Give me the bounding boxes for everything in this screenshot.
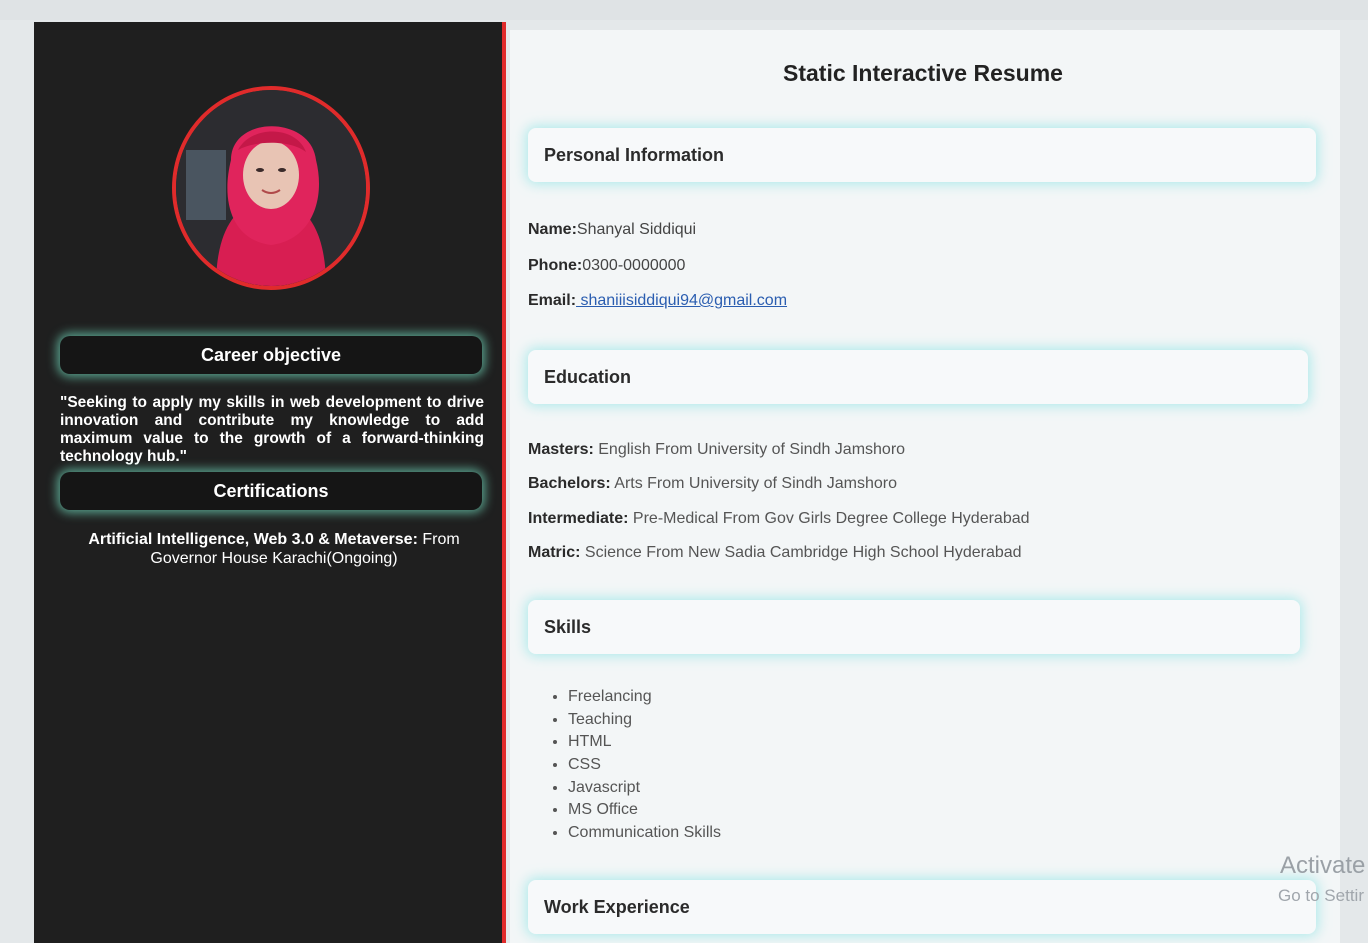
education-item: Masters: English From University of Sind… bbox=[528, 441, 905, 459]
skill-item: Freelancing bbox=[568, 686, 721, 709]
skills-header[interactable]: Skills bbox=[528, 600, 1300, 654]
personal-info-header[interactable]: Personal Information bbox=[528, 128, 1316, 182]
name-value: Shanyal Siddiqui bbox=[576, 221, 697, 238]
skill-item: MS Office bbox=[568, 799, 721, 822]
activation-watermark-title: Activate bbox=[1280, 852, 1366, 879]
skills-header-label: Skills bbox=[544, 616, 592, 637]
education-item-value: Science From New Sadia Cambridge High Sc… bbox=[580, 544, 1022, 561]
education-header-label: Education bbox=[544, 366, 632, 387]
education-item-label: Intermediate: bbox=[528, 510, 629, 527]
email-link[interactable]: shaniiisiddiqui94@gmail.com bbox=[576, 292, 787, 309]
education-item-label: Bachelors: bbox=[528, 475, 611, 492]
certifications-heading-label: Certifications bbox=[213, 480, 329, 501]
email-line: Email: shaniiisiddiqui94@gmail.com bbox=[528, 292, 787, 310]
phone-line: Phone:0300-0000000 bbox=[528, 257, 685, 275]
skill-item: Teaching bbox=[568, 709, 721, 732]
skill-item: Javascript bbox=[568, 777, 721, 800]
career-objective-heading: Career objective bbox=[60, 336, 482, 374]
education-item: Intermediate: Pre-Medical From Gov Girls… bbox=[528, 510, 1030, 528]
name-line: Name:Shanyal Siddiqui bbox=[528, 221, 696, 239]
skill-item: Communication Skills bbox=[568, 822, 721, 845]
certification-title: Artificial Intelligence, Web 3.0 & Metav… bbox=[88, 531, 418, 548]
name-label: Name: bbox=[528, 221, 577, 238]
career-objective-heading-label: Career objective bbox=[200, 344, 342, 365]
education-header[interactable]: Education bbox=[528, 350, 1308, 404]
phone-label: Phone: bbox=[528, 257, 583, 274]
skill-item: CSS bbox=[568, 754, 721, 777]
education-item: Bachelors: Arts From University of Sindh… bbox=[528, 475, 897, 493]
profile-photo-illustration bbox=[176, 90, 366, 286]
education-item: Matric: Science From New Sadia Cambridge… bbox=[528, 544, 1022, 562]
certifications-heading: Certifications bbox=[60, 472, 482, 510]
personal-info-header-label: Personal Information bbox=[544, 144, 725, 165]
browser-top-strip bbox=[0, 0, 1368, 20]
education-item-value: Pre-Medical From Gov Girls Degree Colleg… bbox=[628, 510, 1030, 527]
skill-item: HTML bbox=[568, 731, 721, 754]
skills-list: Freelancing Teaching HTML CSS Javascript… bbox=[550, 686, 721, 845]
career-objective-text: "Seeking to apply my skills in web devel… bbox=[60, 394, 484, 465]
resume-main: Static Interactive Resume Personal Infor… bbox=[510, 30, 1340, 943]
resume-sidebar: Career objective "Seeking to apply my sk… bbox=[34, 22, 506, 943]
certification-item: Artificial Intelligence, Web 3.0 & Metav… bbox=[74, 530, 474, 568]
education-item-label: Masters: bbox=[528, 441, 594, 458]
profile-photo bbox=[172, 86, 370, 290]
phone-value: 0300-0000000 bbox=[582, 257, 686, 274]
work-experience-header[interactable]: Work Experience bbox=[528, 880, 1316, 934]
activation-watermark-subtitle: Go to Settir bbox=[1278, 886, 1364, 905]
education-item-label: Matric: bbox=[528, 544, 581, 561]
page-title: Static Interactive Resume bbox=[783, 60, 1063, 86]
education-item-value: Arts From University of Sindh Jamshoro bbox=[610, 475, 898, 492]
work-experience-header-label: Work Experience bbox=[544, 896, 690, 917]
education-item-value: English From University of Sindh Jamshor… bbox=[593, 441, 906, 458]
email-label: Email: bbox=[528, 292, 577, 309]
